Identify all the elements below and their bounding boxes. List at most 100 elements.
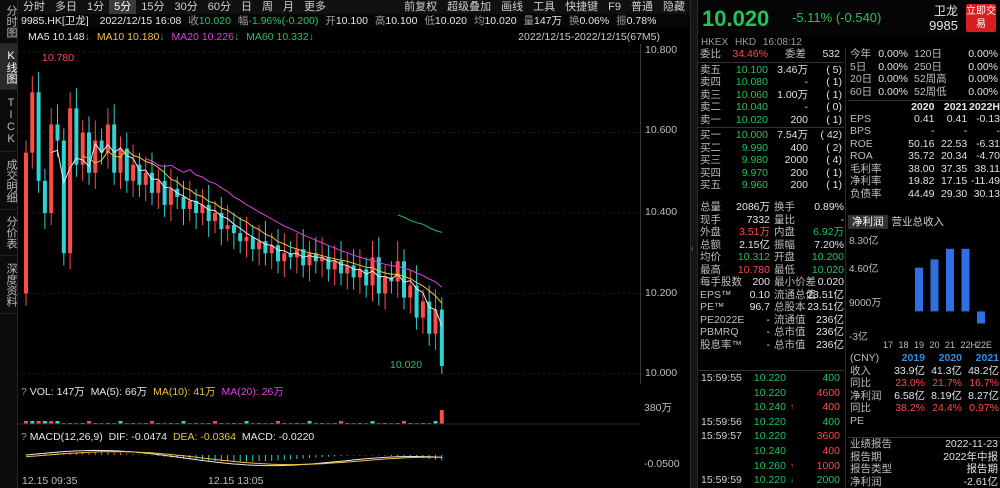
candle [213,213,217,222]
candle [257,241,262,250]
income-label: 同比 [850,402,871,414]
income-unit: (CNY) [850,352,880,364]
bids-row[interactable]: 买四 9.970 200 ( 1) [698,167,844,180]
price-tick: 10.800 [645,44,678,56]
tick-volume: 4600 [816,386,840,399]
period-multiday[interactable]: 多日 [50,0,82,14]
tick-row: 15:59:56 10.220 400 [698,415,844,430]
stat-value: 0.89% [814,201,844,213]
asks-row[interactable]: 卖二 10.040 - ( 0) [698,101,844,114]
asks-row[interactable]: 卖一 10.020 200 ( 1) [698,114,844,127]
candle [74,108,79,165]
diff-value: 532 [822,48,840,60]
tick-price: 10.260 [753,459,786,472]
period-15min[interactable]: 15分 [136,0,169,14]
macd-bar [359,455,361,456]
income-value [962,415,999,428]
shortcut-button[interactable]: 快捷键 [560,0,603,14]
tick-price: 10.220 [753,474,786,487]
bids-count: ( 42) [820,129,842,141]
income-value: 8.19亿 [931,389,962,402]
candle [162,180,167,205]
hide-button[interactable]: 隐藏 [658,0,690,14]
high-label: 高 [374,15,386,27]
macd-bar [283,455,285,460]
bids-row[interactable]: 买五 9.960 200 ( 1) [698,179,844,192]
period-60min[interactable]: 60分 [203,0,236,14]
bids-row[interactable]: 买一 10.000 7.54万 ( 42) [698,129,844,142]
tab-net-profit[interactable]: 净利润 [848,215,888,229]
fundamental-label: 负债率 [850,187,882,200]
trade-now-button[interactable]: 立即交易 [966,4,996,32]
period-30min[interactable]: 30分 [170,0,203,14]
candle [105,124,110,153]
candle [225,225,230,230]
candlestick-chart[interactable] [0,44,640,384]
candle [24,152,28,294]
fundamental-value: 29.30 [940,187,968,200]
overlay-button[interactable]: 超级叠加 [442,0,496,14]
report-value: 2022年中报 [943,450,998,463]
adjust-button[interactable]: 前复权 [399,0,442,14]
fundamental-label: EPS [850,112,872,125]
perf-row: 60日 0.00% 52周低 0.00% [848,86,1000,99]
period-month[interactable]: 月 [278,0,299,14]
period-intraday[interactable]: 分时 [18,0,50,14]
macd-bar [353,455,355,456]
amp-label: 幅 [237,15,249,27]
low-value: 10.020 [434,15,468,27]
candle [42,180,47,213]
tab-intraday[interactable]: 分时图 [0,0,17,44]
period-1min[interactable]: 1分 [82,0,109,14]
price-tick: 10.200 [645,287,678,299]
normal-button[interactable]: 普通 [626,0,658,14]
bids-row[interactable]: 买三 9.980 2000 ( 4) [698,154,844,167]
macd-bar [214,455,216,462]
vol-label: 量 [523,15,535,27]
perf-label: 52周高 [914,73,947,85]
macd-bar [271,455,273,461]
period-day[interactable]: 日 [236,0,257,14]
candle [364,269,369,286]
macd-bar [252,455,254,462]
candle [181,196,186,209]
swing-value: 0.78% [626,15,657,27]
perf-value: 0.00% [968,48,998,60]
tick-list[interactable]: 15:59:55 10.220 400 10.220 4600 10.240 ↑ 400 15:… [698,370,844,488]
fundamental-value: 30.13 [973,187,1000,200]
asks-price: 10.080 [735,76,768,88]
fundamental-value: 22.53 [940,137,968,150]
panel-splitter[interactable]: ‹ [690,0,698,488]
asks-volume: - [804,101,809,113]
f9-button[interactable]: F9 [603,0,626,14]
fundamental-value: 35.72 [908,150,935,162]
asks-price: 10.020 [735,113,768,126]
tick-volume: 3600 [816,430,840,443]
profit-bar-chart: 8.30亿 4.60亿 9000万 -3亿 17 18 19 20 21 22H22E [849,234,992,350]
period-week[interactable]: 周 [257,0,278,14]
fundamental-value: 37.35 [940,162,968,175]
asks-row[interactable]: 卖三 10.060 1.00万 ( 1) [698,89,844,102]
asks-label: 卖一 [700,113,721,126]
collapse-arrow-icon[interactable]: ‹ [691,244,694,253]
stat-value: - [766,338,771,351]
tab-revenue[interactable]: 营业总收入 [888,215,949,229]
stat-value: 236亿 [815,338,844,351]
macd-bar [397,455,399,457]
period-5min[interactable]: 5分 [109,0,137,14]
period-more[interactable]: 更多 [299,0,331,14]
tools-button[interactable]: 工具 [528,0,560,14]
draw-line-button[interactable]: 画线 [496,0,528,14]
asks-price: 10.040 [735,101,768,113]
asks-row[interactable]: 卖四 10.080 - ( 1) [698,76,844,89]
amp-value: -1.96%(-0.200) [248,15,319,27]
macd-bar [208,455,210,461]
asks-volume: - [804,76,809,88]
asks-row[interactable]: 卖五 10.100 3.46万 ( 5) [698,64,844,77]
stat-label: 现手 [700,213,721,226]
macd-bar [120,452,121,455]
stat-label: 总额 [700,238,721,251]
bids-row[interactable]: 买二 9.990 400 ( 2) [698,142,844,155]
macd-dif: DIF: -0.0474 [108,431,168,443]
macd-bar [290,455,292,460]
